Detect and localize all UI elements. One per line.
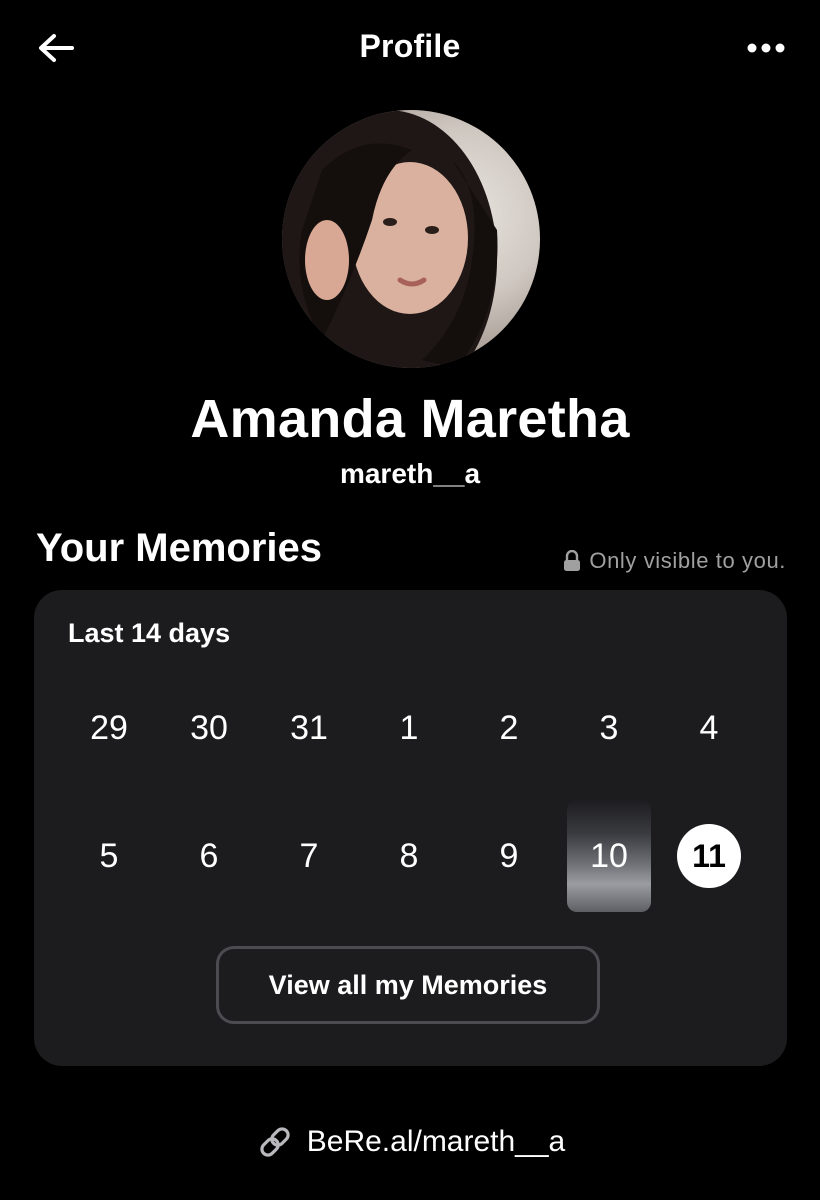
privacy-note: Only visible to you.: [563, 548, 786, 574]
calendar-day: 9: [499, 836, 519, 875]
calendar-day: 29: [90, 708, 128, 747]
calendar-day: 4: [699, 708, 719, 747]
calendar-day: 3: [599, 708, 619, 747]
page-title: Profile: [359, 28, 461, 64]
privacy-note-text: Only visible to you.: [589, 548, 786, 573]
calendar-day: 8: [399, 836, 419, 875]
calendar-day-today: 11: [659, 816, 759, 896]
calendar-day: 5: [99, 836, 119, 875]
avatar[interactable]: [282, 110, 540, 368]
view-all-memories-button[interactable]: View all my Memories: [216, 946, 600, 1024]
calendar-day-with-memory: 10: [559, 800, 659, 912]
memories-title: Your Memories: [36, 526, 322, 570]
more-horizontal-icon: [747, 43, 785, 53]
lock-icon: [564, 550, 581, 571]
calendar-day: 31: [290, 708, 328, 747]
week-row: 5 6 7 8 9 10 11: [59, 800, 759, 912]
memories-calendar: 29 30 31 1 2 3 4 5 6 7 8 9 10 11: [59, 688, 759, 912]
calendar-day: 2: [499, 708, 519, 747]
profile-link-text: BeRe.al/mareth__a: [306, 1125, 566, 1158]
calendar-day: 6: [199, 836, 219, 875]
range-label: Last 14 days: [68, 618, 231, 648]
calendar-day: 30: [190, 708, 228, 747]
profile-screen: Profile Amanda Maretha mareth__a Your Me…: [0, 0, 820, 1200]
username: mareth__a: [339, 458, 481, 489]
profile-link[interactable]: BeRe.al/mareth__a: [0, 1122, 820, 1162]
avatar-photo: [282, 110, 498, 368]
memory-thumbnail[interactable]: 10: [567, 800, 651, 912]
link-icon: [260, 1127, 290, 1157]
memories-card: Last 14 days 29 30 31 1 2 3 4 5 6 7 8 9 …: [34, 590, 787, 1066]
calendar-day: 7: [299, 836, 319, 875]
display-name: Amanda Maretha: [190, 389, 630, 449]
top-bar: Profile: [0, 0, 820, 96]
more-options-button[interactable]: [742, 28, 790, 68]
calendar-day: 1: [399, 708, 419, 747]
today-badge[interactable]: 11: [677, 824, 741, 888]
week-row: 29 30 31 1 2 3 4: [59, 688, 759, 768]
